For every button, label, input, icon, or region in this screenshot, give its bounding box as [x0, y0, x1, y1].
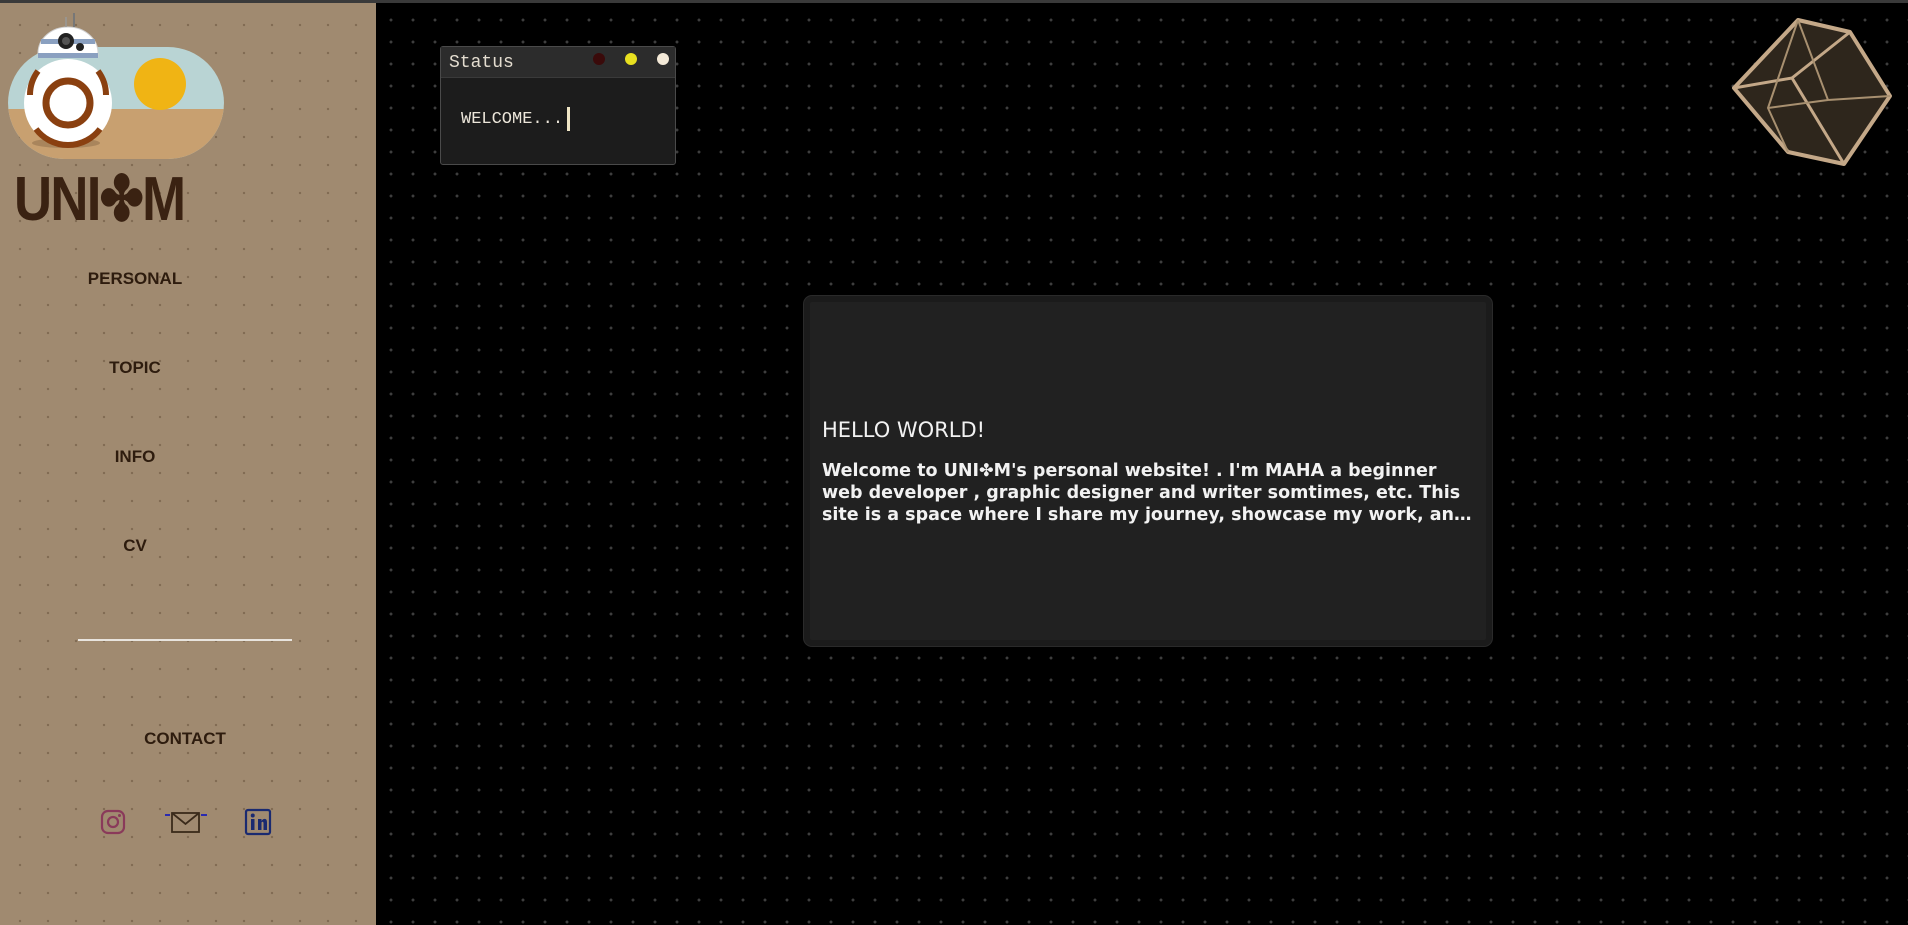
welcome-card: HELLO WORLD! Welcome to UNI✤M's personal…	[804, 296, 1492, 646]
sidebar-divider	[78, 639, 292, 641]
nav-item-personal[interactable]: PERSONAL	[0, 269, 270, 289]
status-title: Status	[449, 53, 514, 73]
card-title: HELLO WORLD!	[822, 418, 986, 442]
linkedin-icon[interactable]	[241, 807, 275, 837]
text-cursor	[567, 107, 571, 131]
status-titlebar[interactable]: Status	[441, 47, 675, 78]
minimize-dot-icon[interactable]	[625, 53, 637, 65]
status-body: WELCOME...	[461, 107, 571, 131]
status-window: Status WELCOME...	[440, 46, 676, 165]
wireframe-cube-icon	[1728, 16, 1894, 168]
nav-item-topic[interactable]: TOPIC	[0, 358, 270, 378]
status-text: WELCOME...	[461, 109, 564, 129]
instagram-icon[interactable]	[96, 807, 130, 837]
card-text: Welcome to UNI✤M's personal website! . I…	[822, 461, 1467, 525]
brand-logo-text: UNI✤M	[14, 165, 186, 234]
mail-icon[interactable]	[163, 807, 209, 837]
close-dot-icon[interactable]	[593, 53, 605, 65]
bb8-logo-illustration	[8, 9, 228, 159]
maximize-dot-icon[interactable]	[657, 53, 669, 65]
sidebar: UNI✤M PERSONAL TOPIC INFO CV CONTACT	[0, 3, 376, 925]
nav-item-cv[interactable]: CV	[0, 536, 270, 556]
contact-heading: CONTACT	[144, 729, 226, 748]
nav-item-info[interactable]: INFO	[0, 447, 270, 467]
